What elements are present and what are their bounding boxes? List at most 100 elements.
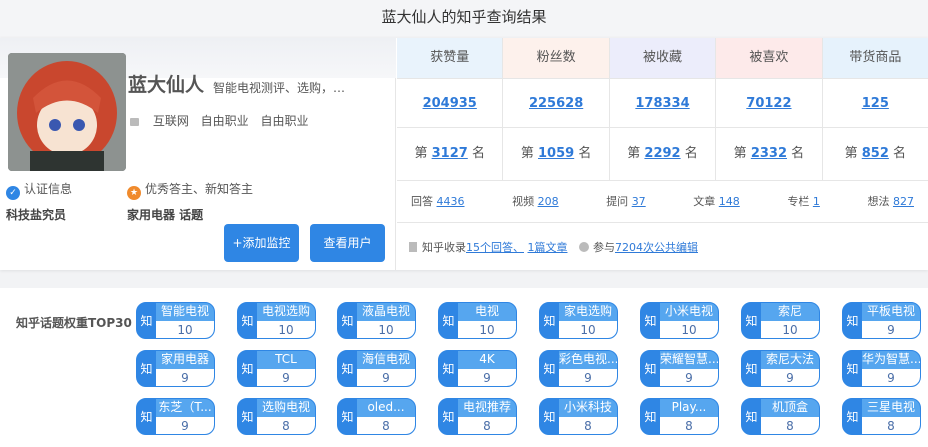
count-link[interactable]: 1 (813, 195, 820, 208)
topic-tag[interactable]: 知智能电视 10 (136, 302, 215, 339)
topic-tag[interactable]: 知选购电视 8 (237, 398, 316, 435)
honors: ★ 优秀答主、新知答主 家用电器 话题 (127, 180, 253, 223)
rank-link[interactable]: 2332 (751, 146, 787, 161)
topic-tag[interactable]: 知华为智慧... 9 (842, 350, 921, 387)
topic-tag[interactable]: 知东芝（T... 9 (136, 398, 215, 435)
count-link[interactable]: 4436 (437, 195, 465, 208)
profile-panel: 蓝大仙人 智能电视测评、选购，… 互联网 自由职业 自由职业 ✓ 认证信息 科技盐… (0, 38, 396, 270)
stat-header: 获赞量 (397, 38, 504, 78)
count-label: 提问 (606, 195, 629, 208)
count-label: 专栏 (787, 195, 810, 208)
topic-tag[interactable]: 知液晶电视 10 (337, 302, 416, 339)
zhihu-icon: 知 (140, 314, 153, 328)
bookmark-icon (409, 242, 417, 252)
topic-tag[interactable]: 知 TCL 9 (237, 350, 316, 387)
briefcase-icon (130, 117, 139, 126)
topic-tag[interactable]: 知电视选购 10 (237, 302, 316, 339)
topic-name: 电视 (458, 303, 516, 321)
topic-tag[interactable]: 知家用电器 9 (136, 350, 215, 387)
topic-tag[interactable]: 知平板电视 9 (842, 302, 921, 339)
stat-value-link[interactable]: 178334 (635, 96, 689, 111)
topic-tag[interactable]: 知彩色电视... 9 (539, 350, 618, 387)
topic-tag[interactable]: 知电视 10 (438, 302, 517, 339)
topic-weight: 9 (156, 417, 214, 434)
topic-name: 智能电视 (156, 303, 214, 321)
topic-name: oled... (357, 399, 415, 417)
topic-tag[interactable]: 知索尼 10 (741, 302, 820, 339)
avatar (8, 53, 126, 171)
count-link[interactable]: 37 (632, 195, 646, 208)
topic-name: 华为智慧... (862, 351, 920, 369)
job-position: 自由职业 (260, 114, 309, 128)
rank-suffix: 名 (684, 146, 698, 161)
topic-weight: 10 (660, 321, 718, 338)
topic-name: 家电选购 (559, 303, 617, 321)
rank-link[interactable]: 3127 (432, 146, 468, 161)
stat-value-link[interactable]: 70122 (746, 96, 791, 111)
topic-tag[interactable]: 知机顶盒 8 (741, 398, 820, 435)
topic-tag[interactable]: 知电视推荐 8 (438, 398, 517, 435)
stat-value-link[interactable]: 125 (862, 96, 889, 111)
topic-tag[interactable]: 知家电选购 10 (539, 302, 618, 339)
topic-weight: 8 (458, 417, 516, 434)
count-label: 回答 (411, 195, 433, 208)
rank-link[interactable]: 2292 (644, 146, 680, 161)
stats-header-row: 获赞量 粉丝数 被收藏 被喜欢 带货商品 (397, 38, 928, 79)
topic-name: 液晶电视 (357, 303, 415, 321)
topic-tag[interactable]: 知三星电视 8 (842, 398, 921, 435)
count-link[interactable]: 208 (538, 195, 559, 208)
zhihu-icon: 知 (341, 362, 354, 376)
topic-weight: 10 (559, 321, 617, 338)
rank-prefix: 第 (414, 146, 428, 161)
articles-link[interactable]: 1篇文章 (528, 241, 568, 254)
answers-link[interactable]: 15个回答、 (466, 241, 524, 254)
topic-tag[interactable]: 知小米电视 10 (640, 302, 719, 339)
topic-tag[interactable]: 知 Play... 8 (640, 398, 719, 435)
count-label: 想法 (867, 195, 890, 208)
topic-weight: 9 (862, 321, 920, 338)
stat-value-link[interactable]: 204935 (423, 96, 477, 111)
rank-link[interactable]: 852 (862, 146, 889, 161)
rank-link[interactable]: 1059 (538, 146, 574, 161)
topic-tag[interactable]: 知 oled... 8 (337, 398, 416, 435)
topic-weight: 9 (660, 369, 718, 386)
topic-name: TCL (257, 351, 315, 369)
topic-tag[interactable]: 知海信电视 9 (337, 350, 416, 387)
cert-value: 科技盐究员 (6, 208, 67, 222)
user-headline: 智能电视测评、选购，… (213, 81, 346, 95)
topic-tag[interactable]: 知索尼大法 9 (741, 350, 820, 387)
topic-weight: 8 (357, 417, 415, 434)
topic-name: 海信电视 (357, 351, 415, 369)
topic-weight: 9 (761, 369, 819, 386)
verified-icon: ✓ (6, 186, 20, 200)
rank-suffix: 名 (893, 146, 907, 161)
zhihu-icon: 知 (543, 362, 556, 376)
stat-header: 粉丝数 (503, 38, 610, 78)
stat-header: 带货商品 (822, 38, 928, 78)
topic-tag[interactable]: 知 4K 9 (438, 350, 517, 387)
topic-weight: 8 (257, 417, 315, 434)
zhihu-icon: 知 (241, 314, 254, 328)
topic-weight: 9 (559, 369, 617, 386)
zhihu-icon: 知 (543, 314, 556, 328)
topic-name: 索尼 (761, 303, 819, 321)
topic-weight: 8 (761, 417, 819, 434)
add-monitor-button[interactable]: +添加监控 (224, 224, 299, 262)
view-user-button[interactable]: 查看用户 (310, 224, 385, 262)
topic-tag[interactable]: 知小米科技 8 (539, 398, 618, 435)
zhihu-icon: 知 (745, 314, 758, 328)
stats-panel: 获赞量 粉丝数 被收藏 被喜欢 带货商品 204935 225628 17833… (397, 38, 928, 271)
count-link[interactable]: 148 (719, 195, 740, 208)
stat-value-link[interactable]: 225628 (529, 96, 583, 111)
topic-tag[interactable]: 知荣耀智慧... 9 (640, 350, 719, 387)
zhihu-icon: 知 (543, 410, 556, 424)
zhihu-icon: 知 (644, 314, 657, 328)
edit-icon (579, 242, 589, 252)
edits-link[interactable]: 7204次公共编辑 (615, 241, 698, 254)
cert-label: 认证信息 (24, 182, 73, 196)
stat-header: 被喜欢 (716, 38, 823, 78)
count-link[interactable]: 827 (893, 195, 914, 208)
collect-label: 知乎收录 (422, 241, 466, 254)
zhihu-icon: 知 (140, 410, 153, 424)
rank-suffix: 名 (578, 146, 592, 161)
